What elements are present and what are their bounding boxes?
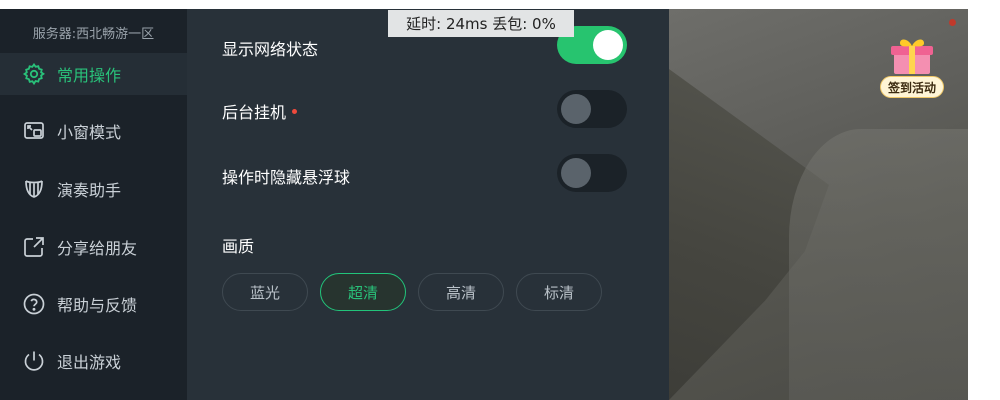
help-icon (22, 292, 46, 316)
gift-icon (891, 39, 933, 74)
gear-icon (22, 62, 46, 86)
latency-indicator: 延时: 24ms 丢包: 0% (388, 10, 574, 37)
status-bar-strip (0, 0, 1000, 9)
sidebar-item-label: 帮助与反馈 (57, 296, 138, 315)
sidebar-menu: 服务器:西北畅游一区 常用操作 小窗模式 演奏助手 分享给朋友 帮助与反馈 退出… (0, 9, 187, 400)
checkin-label: 签到活动 (880, 76, 944, 98)
screen-edge (968, 0, 1000, 400)
power-icon (22, 349, 46, 373)
server-name: 服务器:西北畅游一区 (32, 27, 155, 42)
game-scenery-fog (789, 129, 968, 400)
quality-option-bluray[interactable]: 蓝光 (222, 273, 308, 311)
checkin-activity-button[interactable]: 签到活动 (880, 36, 944, 100)
toggle-knob (593, 30, 623, 60)
sidebar-item-label: 分享给朋友 (57, 239, 138, 258)
sidebar-item-label: 退出游戏 (57, 353, 122, 372)
quality-option-hd[interactable]: 高清 (418, 273, 504, 311)
toggle-knob (561, 94, 591, 124)
sidebar-item-share[interactable]: 分享给朋友 (0, 226, 187, 268)
quality-label: 画质 (222, 237, 255, 256)
harp-icon (22, 177, 46, 201)
settings-panel: 显示网络状态 后台挂机 操作时隐藏悬浮球 画质 蓝光 超清 高清 标清 (187, 9, 669, 400)
sidebar-item-help-feedback[interactable]: 帮助与反馈 (0, 283, 187, 325)
hide-float-ball-label: 操作时隐藏悬浮球 (222, 168, 351, 187)
toggle-knob (561, 158, 591, 188)
sidebar-item-label: 小窗模式 (57, 123, 122, 142)
notice-dot (292, 109, 298, 114)
sidebar-item-label: 常用操作 (57, 66, 122, 85)
background-idle-text: 后台挂机 (222, 103, 287, 122)
sidebar-item-performance-assistant[interactable]: 演奏助手 (0, 168, 187, 210)
sidebar-item-exit-game[interactable]: 退出游戏 (0, 340, 187, 382)
small-window-icon (22, 119, 46, 143)
sidebar-item-common-actions[interactable]: 常用操作 (0, 53, 187, 95)
sidebar-item-small-window[interactable]: 小窗模式 (0, 110, 187, 152)
sidebar-item-label: 演奏助手 (57, 181, 122, 200)
hide-float-ball-toggle[interactable] (557, 154, 627, 192)
notification-dot (949, 19, 956, 26)
quality-option-sd[interactable]: 标清 (516, 273, 602, 311)
quality-option-super-hd[interactable]: 超清 (320, 273, 406, 311)
background-idle-toggle[interactable] (557, 90, 627, 128)
network-status-label: 显示网络状态 (222, 40, 319, 59)
share-icon (22, 235, 46, 259)
background-idle-label: 后台挂机 (222, 99, 298, 123)
